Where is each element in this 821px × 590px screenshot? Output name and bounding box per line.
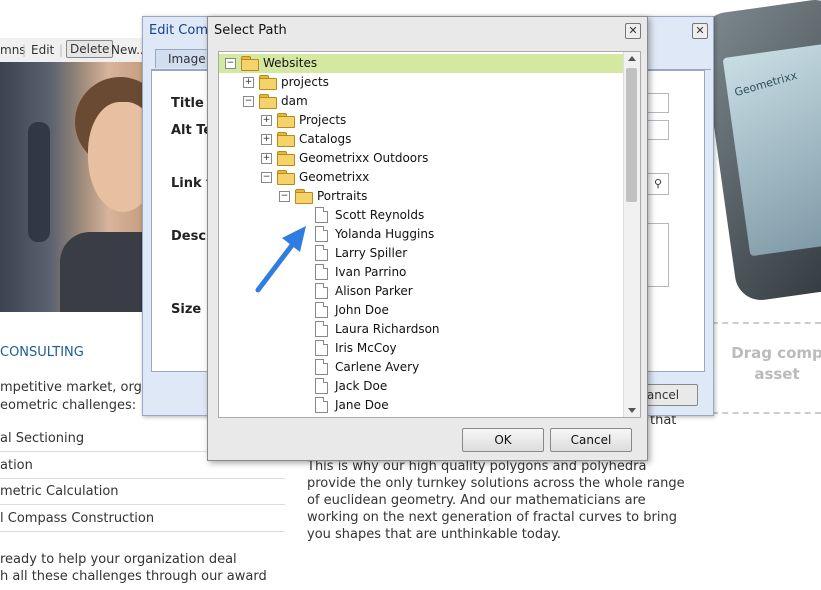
scroll-down-icon[interactable] bbox=[628, 408, 636, 413]
collapse-icon[interactable]: − bbox=[279, 191, 290, 202]
list-divider bbox=[0, 504, 285, 505]
intro-line: eometric challenges: bbox=[0, 398, 137, 413]
closing-line: h all these challenges through our award bbox=[0, 569, 267, 584]
body-paragraph: This is why our high quality polygons an… bbox=[307, 459, 685, 542]
folder-icon bbox=[259, 75, 277, 90]
folder-icon bbox=[277, 151, 295, 166]
close-icon[interactable]: ✕ bbox=[625, 23, 641, 39]
list-item: l Compass Construction bbox=[0, 511, 155, 526]
document-icon bbox=[315, 245, 328, 261]
toolbar-separator: | bbox=[22, 43, 27, 57]
document-icon bbox=[315, 397, 328, 413]
document-icon bbox=[315, 283, 328, 299]
folder-open-icon bbox=[277, 170, 295, 185]
close-icon[interactable]: ✕ bbox=[692, 23, 708, 39]
expand-icon[interactable]: + bbox=[261, 134, 272, 145]
tree-scrollbar[interactable] bbox=[623, 52, 640, 417]
expand-icon[interactable]: + bbox=[261, 115, 272, 126]
delete-button[interactable]: Delete bbox=[66, 40, 114, 58]
document-icon bbox=[315, 340, 328, 356]
scroll-up-icon[interactable] bbox=[628, 56, 636, 61]
intro-line: mpetitive market, organi bbox=[0, 380, 162, 395]
search-icon[interactable]: ⚲ bbox=[647, 173, 669, 195]
closing-line: ready to help your organization deal bbox=[0, 552, 237, 567]
folder-icon bbox=[277, 132, 295, 147]
title-input[interactable] bbox=[647, 93, 669, 113]
description-input[interactable] bbox=[647, 223, 669, 287]
document-icon bbox=[315, 207, 328, 223]
tree-node-websites[interactable]: − Websites bbox=[219, 54, 623, 73]
list-divider bbox=[0, 531, 285, 532]
alt-text-input[interactable] bbox=[647, 120, 669, 140]
folder-open-icon bbox=[259, 94, 277, 109]
folder-icon bbox=[277, 113, 295, 128]
collapse-icon[interactable]: − bbox=[261, 172, 272, 183]
document-icon bbox=[315, 359, 328, 375]
ok-button[interactable]: OK bbox=[462, 428, 544, 452]
document-icon bbox=[315, 264, 328, 280]
list-item: ation bbox=[0, 458, 33, 473]
phone-image: Geometrixx bbox=[698, 0, 821, 304]
title-label: Title bbox=[171, 96, 204, 111]
component-toolbar: mns | Edit | Delete New... bbox=[0, 38, 148, 63]
folder-open-icon bbox=[241, 56, 259, 71]
hero-photo bbox=[0, 62, 145, 312]
document-icon bbox=[315, 378, 328, 394]
scrollbar-thumb[interactable] bbox=[626, 68, 637, 202]
annotation-arrow-icon bbox=[255, 226, 306, 293]
consulting-heading: CONSULTING bbox=[0, 345, 84, 360]
cancel-button[interactable]: Cancel bbox=[550, 428, 632, 452]
size-label: Size bbox=[171, 302, 202, 317]
list-item: metric Calculation bbox=[0, 484, 119, 499]
document-icon bbox=[315, 321, 328, 337]
drop-zone-label: Drag comp asset bbox=[731, 344, 821, 383]
document-icon bbox=[315, 226, 328, 242]
toolbar-separator: | bbox=[59, 43, 64, 57]
edit-button[interactable]: Edit bbox=[31, 43, 54, 57]
collapse-icon[interactable]: − bbox=[225, 58, 236, 69]
folder-open-icon bbox=[295, 189, 313, 204]
list-divider bbox=[0, 478, 285, 479]
list-item: al Sectioning bbox=[0, 431, 85, 446]
select-path-title: Select Path bbox=[214, 23, 287, 38]
expand-icon[interactable]: + bbox=[261, 153, 272, 164]
document-icon bbox=[315, 302, 328, 318]
expand-icon[interactable]: + bbox=[243, 77, 254, 88]
collapse-icon[interactable]: − bbox=[243, 96, 254, 107]
